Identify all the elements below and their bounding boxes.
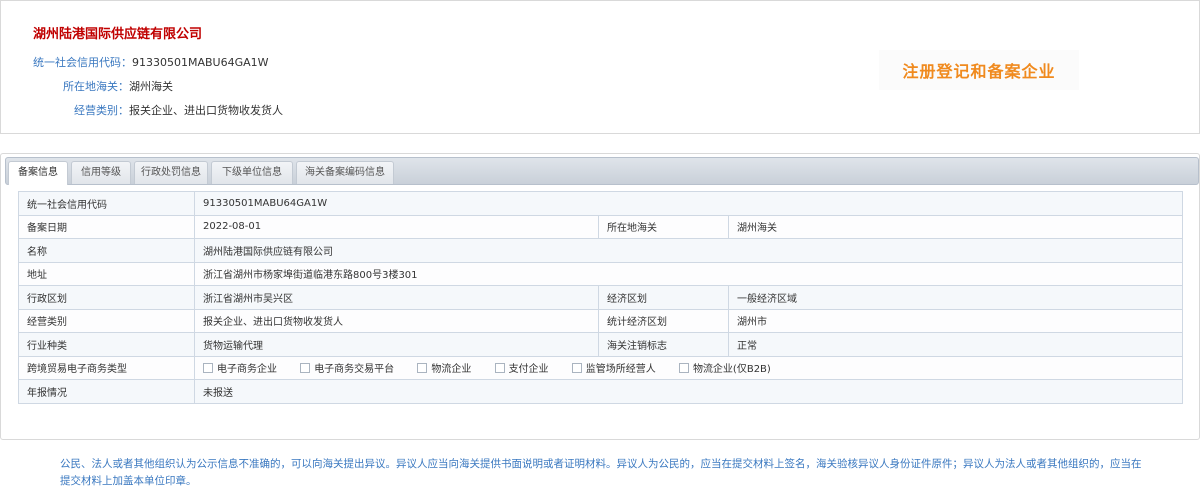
company-name: 湖州陆港国际供应链有限公司	[33, 27, 203, 42]
ecommerce-checkbox[interactable]: 支付企业	[494, 360, 549, 375]
checkbox-label: 物流企业	[431, 364, 472, 375]
table-row: 地址 浙江省湖州市杨家埠街道临港东路800号3楼301	[18, 261, 1184, 286]
checkbox-box	[571, 362, 582, 373]
detail-panel: 备案信息 信用等级 行政处罚信息 下级单位信息 海关备案编码信息 统一社会信用代…	[0, 153, 1200, 440]
tab-record-info[interactable]: 备案信息	[8, 161, 68, 185]
category-label: 经营类别：	[74, 104, 129, 117]
credit-code-cell-value: 91330501MABU64GA1W	[193, 191, 1184, 216]
customs-cell-value: 湖州海关	[727, 214, 1184, 239]
table-row: 跨境贸易电子商务类型 电子商务企业 电子商务交易平台 物流企业 支付企业 监管场…	[18, 355, 1184, 380]
credit-code-row: 统一社会信用代码：91330501MABU64GA1W	[33, 54, 269, 70]
annual-report-label: 年报情况	[18, 379, 195, 404]
company-header-card: 湖州陆港国际供应链有限公司 统一社会信用代码：91330501MABU64GA1…	[0, 0, 1200, 134]
record-date-value: 2022-08-01	[194, 214, 599, 239]
objection-notice: 公民、法人或者其他组织认为公示信息不准确的，可以向海关提出异议。异议人应当向海关…	[60, 458, 1142, 487]
checkbox-label: 电子商务交易平台	[314, 364, 395, 375]
checkbox-label: 监管场所经营人	[585, 364, 656, 375]
business-category-value: 报关企业、进出口货物收发货人	[194, 308, 599, 333]
ecommerce-checkbox[interactable]: 物流企业	[417, 360, 471, 375]
name-value: 湖州陆港国际供应链有限公司	[193, 238, 1184, 263]
ecommerce-options: 电子商务企业 电子商务交易平台 物流企业 支付企业 监管场所经营人 物流企业(仅…	[193, 355, 1184, 380]
ecommerce-checkbox[interactable]: 监管场所经营人	[571, 360, 656, 375]
credit-code-value: 91330501MABU64GA1W	[132, 56, 269, 69]
econ-region-value: 一般经济区域	[727, 285, 1184, 310]
credit-code-label: 统一社会信用代码：	[33, 56, 132, 69]
checkbox-box	[203, 362, 213, 373]
checkbox-label: 支付企业	[508, 364, 549, 375]
industry-label: 行业种类	[18, 332, 195, 357]
record-date-label: 备案日期	[18, 214, 195, 239]
admin-region-label: 行政区划	[18, 285, 195, 310]
business-category-label: 经营类别	[18, 308, 195, 333]
address-value: 浙江省湖州市杨家埠街道临港东路800号3楼301	[193, 261, 1184, 286]
econ-region-label: 经济区划	[598, 285, 729, 310]
checkbox-box	[417, 362, 428, 373]
registration-badge: 注册登记和备案企业	[879, 50, 1079, 90]
table-row: 名称 湖州陆港国际供应链有限公司	[18, 238, 1184, 263]
tab-bar: 备案信息 信用等级 行政处罚信息 下级单位信息 海关备案编码信息	[5, 157, 1199, 185]
admin-region-value: 浙江省湖州市吴兴区	[194, 285, 599, 310]
table-row: 行政区划 浙江省湖州市吴兴区 经济区划 一般经济区域	[18, 285, 1184, 310]
tab-subordinate-info[interactable]: 下级单位信息	[211, 161, 293, 184]
customs-value: 湖州海关	[129, 80, 173, 93]
checkbox-box	[300, 362, 311, 373]
customs-label: 所在地海关：	[63, 80, 129, 93]
cancel-flag-value: 正常	[727, 332, 1184, 357]
checkbox-box	[678, 362, 689, 373]
name-label: 名称	[18, 238, 195, 263]
tab-penalty-info[interactable]: 行政处罚信息	[134, 161, 208, 184]
checkbox-box	[494, 362, 505, 373]
record-info-table: 统一社会信用代码 91330501MABU64GA1W 备案日期 2022-08…	[18, 191, 1184, 404]
address-label: 地址	[18, 261, 195, 286]
table-row: 行业种类 货物运输代理 海关注销标志 正常	[18, 332, 1184, 357]
annual-report-value: 未报送	[193, 379, 1184, 404]
tab-customs-code-info[interactable]: 海关备案编码信息	[296, 161, 394, 184]
category-row: 经营类别：报关企业、进出口货物收发货人	[59, 102, 283, 118]
stat-region-label: 统计经济区划	[598, 308, 729, 333]
tab-credit-rating[interactable]: 信用等级	[71, 161, 131, 184]
customs-cell-label: 所在地海关	[598, 214, 729, 239]
ecommerce-label: 跨境贸易电子商务类型	[18, 355, 195, 380]
table-row: 统一社会信用代码 91330501MABU64GA1W	[18, 191, 1184, 216]
stat-region-value: 湖州市	[727, 308, 1184, 333]
ecommerce-checkbox[interactable]: 电子商务企业	[203, 360, 277, 375]
checkbox-label: 电子商务企业	[217, 364, 277, 375]
table-row: 年报情况 未报送	[18, 379, 1184, 404]
table-row: 经营类别 报关企业、进出口货物收发货人 统计经济区划 湖州市	[18, 308, 1184, 333]
table-row: 备案日期 2022-08-01 所在地海关 湖州海关	[18, 214, 1184, 239]
credit-code-cell-label: 统一社会信用代码	[18, 191, 195, 216]
customs-row: 所在地海关：湖州海关	[59, 78, 173, 94]
category-value: 报关企业、进出口货物收发货人	[129, 104, 283, 117]
cancel-flag-label: 海关注销标志	[598, 332, 729, 357]
checkbox-label: 物流企业(仅B2B)	[692, 364, 771, 375]
ecommerce-checkbox[interactable]: 电子商务交易平台	[300, 360, 394, 375]
industry-value: 货物运输代理	[194, 332, 599, 357]
ecommerce-checkbox[interactable]: 物流企业(仅B2B)	[678, 360, 771, 375]
